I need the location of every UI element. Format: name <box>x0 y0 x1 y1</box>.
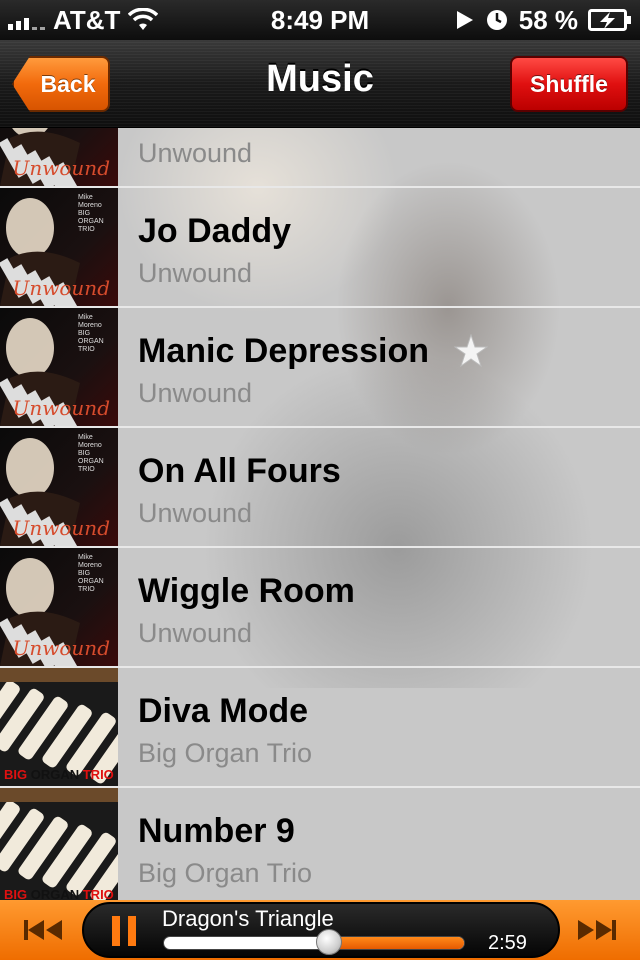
song-row[interactable]: Mike Moreno BIG ORGAN TRIO Unwound On All … <box>0 428 640 548</box>
song-row[interactable]: Mike Moreno BIG ORGAN TRIO Unwound Wiggle … <box>0 548 640 668</box>
album-credit-text: Mike Moreno BIG ORGAN TRIO <box>78 314 104 353</box>
progress-slider-fill <box>328 937 464 949</box>
song-artist: Unwound <box>138 618 253 648</box>
album-brand-text: BIG ORGAN TRIO <box>4 767 114 782</box>
progress-slider[interactable] <box>163 936 465 950</box>
album-art: Mike Moreno BIG ORGAN TRIO Unwound <box>0 188 118 306</box>
status-bar: AT&T 8:49 PM 58 % <box>0 0 640 40</box>
album-brand-text: Unwound <box>12 156 110 180</box>
album-brand-word: TRIO <box>82 887 114 900</box>
song-row[interactable]: Mike Moreno BIG ORGAN TRIOUnwoundUnwound <box>0 128 640 188</box>
organ-keys-graphic <box>0 788 118 900</box>
album-brand-text: Unwound <box>12 396 110 420</box>
progress-slider-knob[interactable] <box>316 929 343 955</box>
song-title: On All Fours <box>138 452 341 490</box>
play-status-icon <box>456 11 473 29</box>
pause-icon[interactable] <box>108 914 142 948</box>
album-art: BIG ORGAN TRIO <box>0 788 118 900</box>
song-title: Manic Depression <box>138 332 429 370</box>
star-icon <box>454 334 488 368</box>
song-artist: Unwound <box>138 378 253 408</box>
song-title: Diva Mode <box>138 692 309 730</box>
album-brand-text: Unwound <box>12 636 110 660</box>
album-brand-word: TRIO <box>82 767 114 782</box>
album-brand-text: Unwound <box>12 276 110 300</box>
elapsed-time: 2:59 <box>488 932 527 954</box>
album-brand-text: BIG ORGAN TRIO <box>4 887 114 900</box>
song-list[interactable]: Mike Moreno BIG ORGAN TRIO Unwound Unwound… <box>0 128 640 900</box>
now-playing-title: Dragon's Triangle <box>162 906 334 931</box>
album-art: BIG ORGAN TRIO <box>0 668 118 786</box>
song-row[interactable]: Mike Moreno BIG ORGAN TRIO Unwound Manic D… <box>0 308 640 428</box>
album-art: Mike Moreno BIG ORGAN TRIO Unwound <box>0 428 118 546</box>
navigation-bar: Back Music Shuffle <box>0 40 640 128</box>
battery-percent: 58 % <box>518 4 578 35</box>
song-row[interactable]: Mike Moreno BIG ORGAN TRIO Unwound Jo Dadd… <box>0 188 640 308</box>
song-row[interactable]: BIG ORGAN TRIO Number 9 Big Organ Trio <box>0 788 640 900</box>
album-brand-text: Unwound <box>12 516 110 540</box>
album-brand-word: ORGAN <box>30 887 83 900</box>
song-artist: Big Organ Trio <box>138 858 313 888</box>
album-art: Mike Moreno BIG ORGAN TRIOUnwound <box>0 128 118 186</box>
album-brand-word: ORGAN <box>30 767 83 782</box>
song-artist: Unwound <box>138 258 253 288</box>
album-brand-word: BIG <box>4 767 31 782</box>
song-artist: Big Organ Trio <box>138 738 313 768</box>
album-credit-text: Mike Moreno BIG ORGAN TRIO <box>78 194 104 233</box>
album-credit-text: Mike Moreno BIG ORGAN TRIO <box>78 554 104 593</box>
song-title: Number 9 <box>138 812 295 850</box>
song-title: Jo Daddy <box>138 212 292 250</box>
song-artist: Unwound <box>138 498 253 528</box>
song-row[interactable]: BIG ORGAN TRIO Diva Mode Big Organ Trio <box>0 668 640 788</box>
album-art: Mike Moreno BIG ORGAN TRIO Unwound <box>0 548 118 666</box>
shuffle-button[interactable]: Shuffle <box>510 56 628 112</box>
next-track-icon[interactable] <box>576 918 618 942</box>
album-brand-word: BIG <box>4 887 31 900</box>
alarm-clock-icon <box>486 10 507 30</box>
album-credit-text: Mike Moreno BIG ORGAN TRIO <box>78 434 104 473</box>
previous-track-icon[interactable] <box>22 918 64 942</box>
song-artist: Unwound <box>138 138 253 168</box>
album-art: Mike Moreno BIG ORGAN TRIO Unwound <box>0 308 118 426</box>
song-title: Wiggle Room <box>138 572 355 610</box>
battery-charging-icon <box>588 9 631 31</box>
status-right: 58 % <box>455 0 632 40</box>
